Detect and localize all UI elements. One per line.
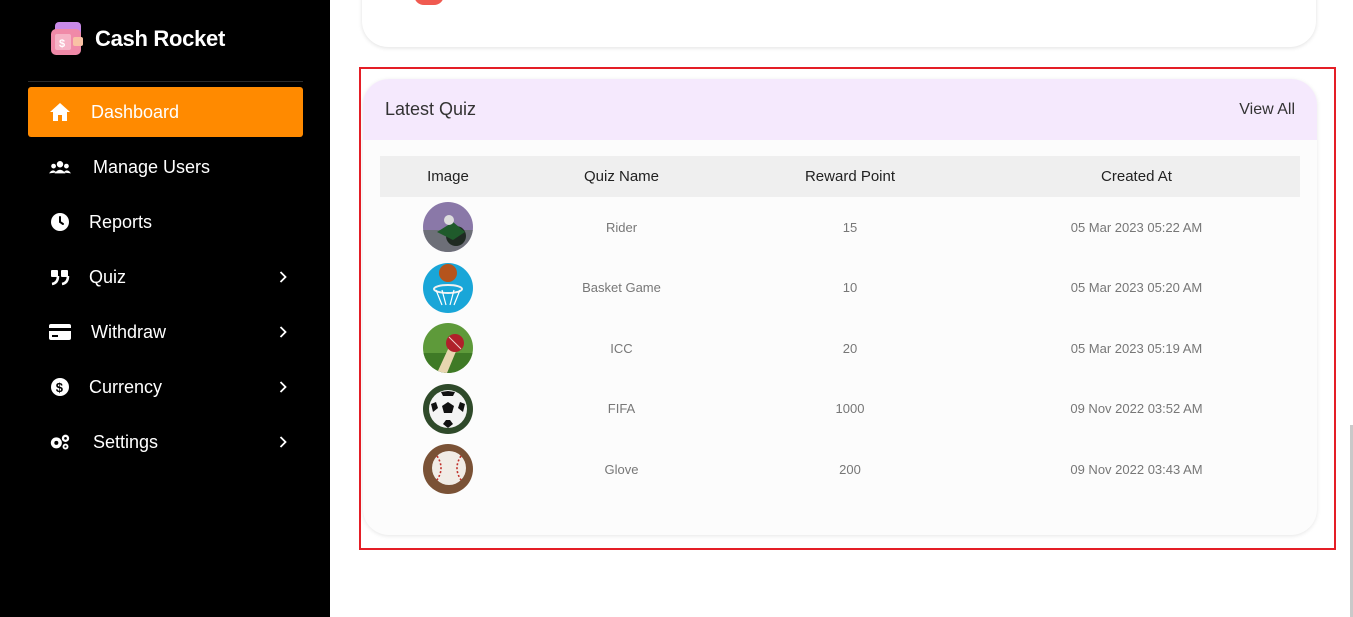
chevron-right-icon: [277, 271, 289, 283]
previous-card: [362, 0, 1316, 47]
sidebar-item-label: Settings: [93, 431, 159, 452]
created-at: 05 Mar 2023 05:22 AM: [1070, 219, 1203, 235]
home-icon: [49, 101, 71, 123]
quote-icon: [49, 266, 71, 288]
created-at: 05 Mar 2023 05:19 AM: [1070, 340, 1203, 356]
soccer-ball-image: [423, 383, 473, 434]
table-header: Image Quiz Name Reward Point Created At: [380, 156, 1300, 197]
latest-quiz-table: Image Quiz Name Reward Point Created At …: [380, 156, 1300, 500]
motorbike-rider-image: [423, 202, 473, 253]
table-row[interactable]: ICC 20 05 Mar 2023 05:19 AM: [380, 318, 1300, 379]
sidebar-item-label: Withdraw: [91, 321, 167, 342]
status-dot-icon: [414, 0, 444, 5]
column-header-created-at: Created At: [1101, 168, 1172, 185]
chevron-right-icon: [277, 381, 289, 393]
brand[interactable]: $ Cash Rocket: [49, 20, 225, 58]
sidebar-item-label: Dashboard: [91, 101, 180, 122]
sidebar-item-label: Currency: [89, 376, 163, 397]
sidebar-item-currency[interactable]: $ Currency: [28, 362, 303, 412]
sidebar-item-dashboard[interactable]: Dashboard: [28, 87, 303, 137]
quiz-name: FIFA: [607, 401, 636, 417]
column-header-reward-point: Reward Point: [804, 168, 896, 185]
brand-name: Cash Rocket: [95, 26, 225, 51]
column-header-image: Image: [427, 168, 469, 185]
sidebar-item-quiz[interactable]: Quiz: [28, 252, 303, 302]
table-row[interactable]: Basket Game 10 05 Mar 2023 05:20 AM: [380, 258, 1300, 319]
table-row[interactable]: Rider 15 05 Mar 2023 05:22 AM: [380, 197, 1300, 258]
dollar-circle-icon: $: [49, 376, 71, 398]
users-icon: [49, 156, 71, 178]
sidebar: $ Cash Rocket Dashboard Manage Users Rep…: [0, 0, 330, 617]
created-at: 09 Nov 2022 03:52 AM: [1070, 401, 1203, 417]
reward-point: 20: [842, 340, 858, 356]
sidebar-divider: [28, 81, 303, 82]
quiz-name: ICC: [610, 340, 633, 356]
latest-quiz-header: Latest Quiz View All: [363, 79, 1317, 140]
created-at: 09 Nov 2022 03:43 AM: [1070, 461, 1203, 477]
sidebar-item-label: Manage Users: [93, 156, 211, 177]
sidebar-item-reports[interactable]: Reports: [28, 197, 303, 247]
sidebar-item-settings[interactable]: Settings: [28, 417, 303, 467]
table-row[interactable]: FIFA 1000 09 Nov 2022 03:52 AM: [380, 379, 1300, 440]
quiz-name: Glove: [604, 461, 639, 477]
table-row[interactable]: Glove 200 09 Nov 2022 03:43 AM: [380, 439, 1300, 500]
reward-point: 15: [842, 219, 858, 235]
baseball-image: [423, 444, 473, 495]
sidebar-nav: Dashboard Manage Users Reports Quiz With…: [28, 87, 303, 472]
sidebar-item-label: Quiz: [89, 266, 127, 287]
view-all-link[interactable]: View All: [1239, 101, 1295, 119]
wallet-logo-icon: $: [49, 20, 87, 58]
sidebar-item-manage-users[interactable]: Manage Users: [28, 142, 303, 192]
quiz-name: Basket Game: [582, 280, 661, 296]
reward-point: 200: [839, 461, 861, 477]
sidebar-item-withdraw[interactable]: Withdraw: [28, 307, 303, 357]
svg-text:$: $: [56, 380, 64, 395]
clock-icon: [49, 211, 71, 233]
basketball-hoop-image: [423, 262, 473, 313]
column-header-quiz-name: Quiz Name: [583, 168, 660, 185]
reward-point: 10: [842, 280, 858, 296]
created-at: 05 Mar 2023 05:20 AM: [1070, 280, 1203, 296]
sidebar-item-label: Reports: [89, 211, 153, 232]
gears-icon: [49, 431, 71, 453]
credit-card-icon: [49, 321, 71, 343]
latest-quiz-card: Latest Quiz View All Image Quiz Name Rew…: [363, 79, 1317, 535]
latest-quiz-title: Latest Quiz: [385, 99, 477, 119]
svg-text:$: $: [59, 38, 65, 50]
cricket-ball-image: [423, 323, 473, 374]
chevron-right-icon: [277, 326, 289, 338]
reward-point: 1000: [835, 401, 865, 417]
chevron-right-icon: [277, 436, 289, 448]
quiz-name: Rider: [605, 219, 638, 235]
